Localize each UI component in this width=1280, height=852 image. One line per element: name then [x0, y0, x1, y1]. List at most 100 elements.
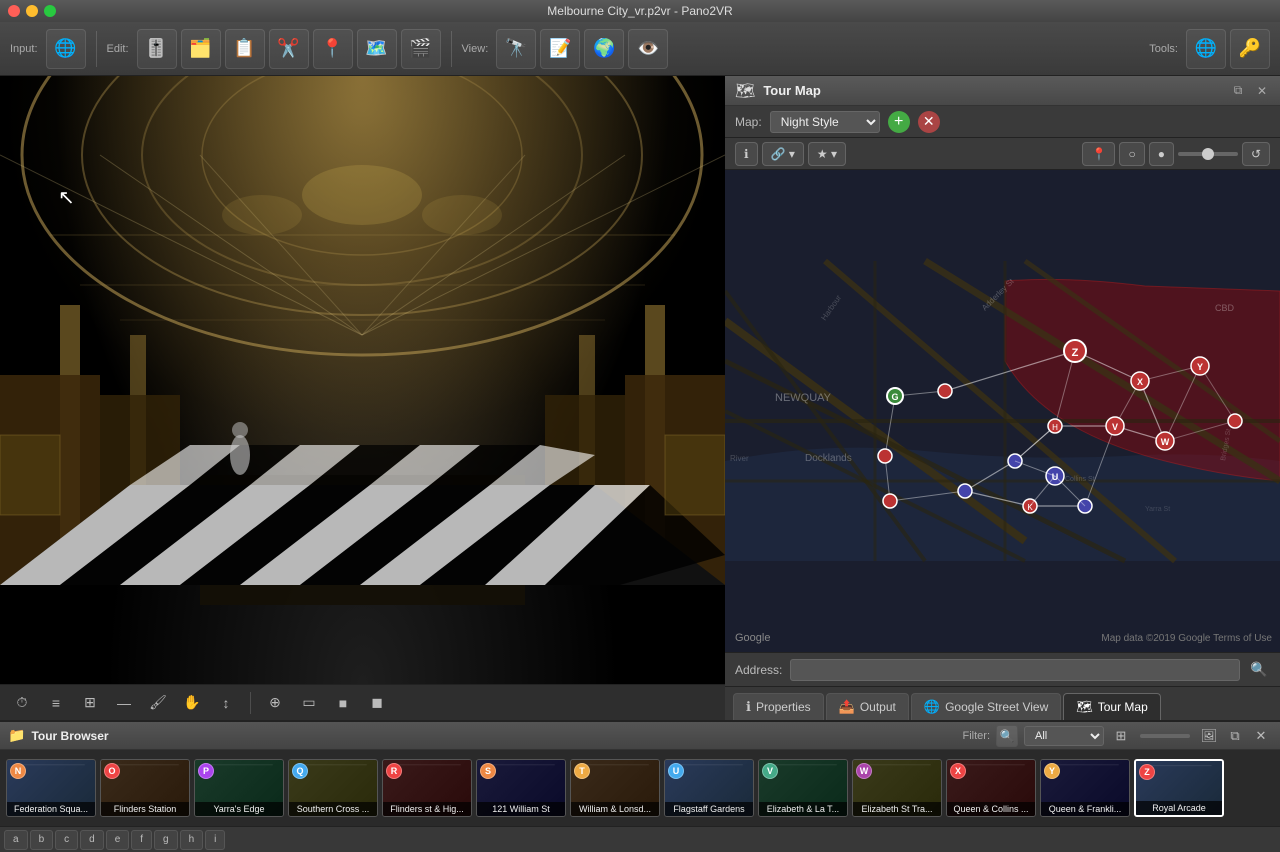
viewer-drag-btn[interactable]: —: [110, 689, 138, 717]
viewer-hotspot-btn[interactable]: ◼: [363, 689, 391, 717]
bottom-tab-c[interactable]: c: [55, 830, 78, 850]
view-btn-2[interactable]: 📝: [540, 29, 580, 69]
tour-map-close-btn[interactable]: ✕: [1254, 83, 1270, 99]
tb-close-btn[interactable]: ✕: [1250, 725, 1272, 747]
thumb-badge-10: W: [856, 763, 872, 779]
map-remove-button[interactable]: ✕: [918, 111, 940, 133]
tools-btn-1[interactable]: 🌐: [1186, 29, 1226, 69]
thumb-label-9: Elizabeth & La T...: [759, 802, 847, 816]
map-add-button[interactable]: +: [888, 111, 910, 133]
edit-btn-4[interactable]: ✂️: [269, 29, 309, 69]
tb-size-slider[interactable]: [1140, 734, 1190, 738]
viewer-grid-btn[interactable]: ⊞: [76, 689, 104, 717]
tour-browser: 📁 Tour Browser Filter: 🔍 All ⊞ 🖼 ⧉ ✕ NFe…: [0, 720, 1280, 850]
thumb-item-10[interactable]: WElizabeth St Tra...: [852, 759, 942, 817]
thumb-item-9[interactable]: VElizabeth & La T...: [758, 759, 848, 817]
pano-viewer[interactable]: ↖: [0, 76, 725, 684]
maximize-button[interactable]: [44, 5, 56, 17]
thumb-item-2[interactable]: OFlinders Station: [100, 759, 190, 817]
filter-select[interactable]: All: [1024, 726, 1104, 746]
map-container[interactable]: NEWQUAY Docklands River CBD G: [725, 170, 1280, 652]
edit-tools: 🎚️ 🗂️ 📋 ✂️ 📍 🗺️ 🎬: [137, 29, 441, 69]
thumb-item-1[interactable]: NFederation Squa...: [6, 759, 96, 817]
viewer-rect-btn[interactable]: ▭: [295, 689, 323, 717]
map-info-btn[interactable]: ℹ: [735, 142, 758, 166]
tb-large-view-btn[interactable]: 🖼: [1198, 725, 1220, 747]
properties-tabs: ℹ Properties 📤 Output 🌐 Google Street Vi…: [725, 686, 1280, 720]
thumb-item-5[interactable]: RFlinders st & Hig...: [382, 759, 472, 817]
viewer-list-btn[interactable]: ≡: [42, 689, 70, 717]
thumb-label-2: Flinders Station: [101, 802, 189, 816]
view-btn-1[interactable]: 🔭: [496, 29, 536, 69]
titlebar: Melbourne City_vr.p2vr - Pano2VR: [0, 0, 1280, 22]
address-input[interactable]: [790, 659, 1240, 681]
thumb-badge-1: N: [10, 763, 26, 779]
tab-tour-map[interactable]: 🗺 Tour Map: [1063, 693, 1161, 720]
thumb-item-11[interactable]: XQueen & Collins ...: [946, 759, 1036, 817]
thumb-item-6[interactable]: S121 William St: [476, 759, 566, 817]
thumb-item-3[interactable]: PYarra's Edge: [194, 759, 284, 817]
bottom-tab-h[interactable]: h: [180, 830, 204, 850]
bottom-tab-a[interactable]: a: [4, 830, 28, 850]
tools-btn-2[interactable]: 🔑: [1230, 29, 1270, 69]
bottom-tab-e[interactable]: e: [106, 830, 130, 850]
bottom-tab-i[interactable]: i: [205, 830, 225, 850]
bottom-tab-d[interactable]: d: [80, 830, 104, 850]
map-pin-btn[interactable]: 📍: [1082, 142, 1115, 166]
view-btn-3[interactable]: 🌍: [584, 29, 624, 69]
viewer-crosshair-btn[interactable]: ⊕: [261, 689, 289, 717]
thumb-item-4[interactable]: QSouthern Cross ...: [288, 759, 378, 817]
bottom-tab-g[interactable]: g: [154, 830, 178, 850]
edit-btn-1[interactable]: 🎚️: [137, 29, 177, 69]
close-button[interactable]: [8, 5, 20, 17]
viewer-sep-1: [250, 692, 251, 714]
edit-btn-2[interactable]: 🗂️: [181, 29, 221, 69]
tab-google-street-view[interactable]: 🌐 Google Street View: [911, 693, 1061, 720]
svg-text:Z: Z: [1072, 347, 1079, 359]
tb-restore-btn[interactable]: ⧉: [1224, 725, 1246, 747]
map-link-btn[interactable]: 🔗 ▾: [762, 142, 804, 166]
thumb-item-12[interactable]: YQueen & Frankli...: [1040, 759, 1130, 817]
edit-btn-7[interactable]: 🎬: [401, 29, 441, 69]
tab-properties[interactable]: ℹ Properties: [733, 693, 824, 720]
thumb-bg-12: YQueen & Frankli...: [1041, 760, 1129, 816]
map-dot-btn[interactable]: ●: [1149, 142, 1174, 166]
edit-btn-6[interactable]: 🗺️: [357, 29, 397, 69]
input-btn-1[interactable]: 🌐: [46, 29, 86, 69]
map-zoom-slider[interactable]: [1178, 152, 1238, 156]
thumb-item-13[interactable]: ZRoyal Arcade: [1134, 759, 1224, 817]
tour-map-header: 🗺 Tour Map ⧉ ✕: [725, 76, 1280, 106]
view-tools: 🔭 📝 🌍 👁️: [496, 29, 668, 69]
bottom-tab-b[interactable]: b: [30, 830, 54, 850]
tb-grid-btn[interactable]: ⊞: [1110, 725, 1132, 747]
tab-tour-map-label: Tour Map: [1098, 700, 1148, 714]
map-style-select[interactable]: Night Style: [770, 111, 880, 133]
tb-right-controls: ⊞ 🖼 ⧉ ✕: [1110, 725, 1272, 747]
thumb-bg-11: XQueen & Collins ...: [947, 760, 1035, 816]
tab-output[interactable]: 📤 Output: [826, 693, 909, 720]
svg-text:CBD: CBD: [1215, 303, 1235, 313]
map-star-btn[interactable]: ★ ▾: [808, 142, 846, 166]
tour-map-restore-btn[interactable]: ⧉: [1230, 83, 1246, 99]
filter-icon-btn[interactable]: 🔍: [996, 725, 1018, 747]
address-search-button[interactable]: 🔍: [1248, 659, 1270, 681]
thumb-item-8[interactable]: UFlagstaff Gardens: [664, 759, 754, 817]
edit-btn-3[interactable]: 📋: [225, 29, 265, 69]
bottom-tab-f[interactable]: f: [131, 830, 152, 850]
svg-text:V: V: [1112, 422, 1118, 432]
input-label: Input:: [10, 43, 38, 55]
viewer-fill-btn[interactable]: ■: [329, 689, 357, 717]
tour-map-title: Tour Map: [763, 83, 1222, 98]
view-btn-4[interactable]: 👁️: [628, 29, 668, 69]
svg-text:H: H: [1052, 423, 1058, 432]
edit-btn-5[interactable]: 📍: [313, 29, 353, 69]
viewer-sync-btn[interactable]: ⏱: [8, 689, 36, 717]
tools-label: Tools:: [1149, 43, 1178, 55]
map-reset-btn[interactable]: ↺: [1242, 142, 1270, 166]
viewer-hand-btn[interactable]: ✋: [178, 689, 206, 717]
viewer-brush-btn[interactable]: 🖌: [144, 689, 172, 717]
thumb-item-7[interactable]: TWilliam & Lonsd...: [570, 759, 660, 817]
minimize-button[interactable]: [26, 5, 38, 17]
map-circle-btn[interactable]: ○: [1119, 142, 1144, 166]
viewer-move-btn[interactable]: ↕: [212, 689, 240, 717]
